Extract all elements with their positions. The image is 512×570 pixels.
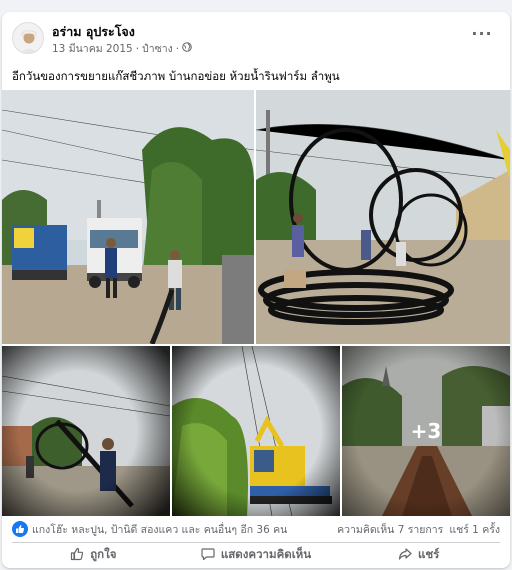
- comment-button[interactable]: แสดงความคิดเห็น: [175, 544, 338, 566]
- share-icon: [398, 547, 412, 564]
- post-photo-5[interactable]: +3: [342, 346, 510, 516]
- like-button[interactable]: ถูกใจ: [12, 544, 175, 566]
- post-card: อร่าม อุประโจง 13 มีนาคม 2015 · ปำซาง · …: [2, 12, 510, 568]
- divider: [12, 542, 500, 543]
- post-photo-4[interactable]: [172, 346, 340, 516]
- thumbs-up-icon: [70, 547, 84, 564]
- globe-icon: [182, 42, 192, 55]
- post-photo-3[interactable]: [2, 346, 170, 516]
- post-meta: 13 มีนาคม 2015 · ปำซาง ·: [52, 40, 192, 57]
- post-photo-2[interactable]: [256, 90, 510, 344]
- post-stats: แกงโฮ๊ะ หละปูน, ป้านิดี สองแคว และ คนอื่…: [12, 518, 500, 540]
- post-header: อร่าม อุประโจง 13 มีนาคม 2015 · ปำซาง · …: [12, 22, 500, 56]
- comment-label: แสดงความคิดเห็น: [220, 547, 312, 561]
- comments-count[interactable]: ความคิดเห็น 7 รายการ: [337, 521, 443, 538]
- post-caption: อีกวันของการขยายแก๊สชีวภาพ บ้านกอข่อย ห้…: [12, 69, 340, 83]
- post-date[interactable]: 13 มีนาคม 2015: [52, 40, 133, 57]
- comment-icon: [201, 547, 215, 564]
- shares-count[interactable]: แชร์ 1 ครั้ง: [449, 521, 500, 538]
- like-label: ถูกใจ: [90, 547, 117, 561]
- reactions-text[interactable]: แกงโฮ๊ะ หละปูน, ป้านิดี สองแคว และ คนอื่…: [32, 521, 287, 538]
- more-photos-count[interactable]: +3: [342, 346, 510, 516]
- share-button[interactable]: แชร์: [337, 544, 500, 566]
- reactions-summary[interactable]: แกงโฮ๊ะ หละปูน, ป้านิดี สองแคว และ คนอื่…: [12, 521, 287, 538]
- author-avatar[interactable]: [12, 22, 44, 54]
- author-name[interactable]: อร่าม อุประโจง: [52, 22, 135, 42]
- post-audience: ปำซาง: [142, 43, 173, 55]
- post-photo-1[interactable]: [2, 90, 254, 344]
- like-reaction-icon: [12, 521, 28, 537]
- share-label: แชร์: [417, 547, 440, 561]
- more-options-icon[interactable]: ···: [470, 24, 494, 48]
- post-actions: ถูกใจ แสดงความคิดเห็น แชร์: [12, 544, 500, 566]
